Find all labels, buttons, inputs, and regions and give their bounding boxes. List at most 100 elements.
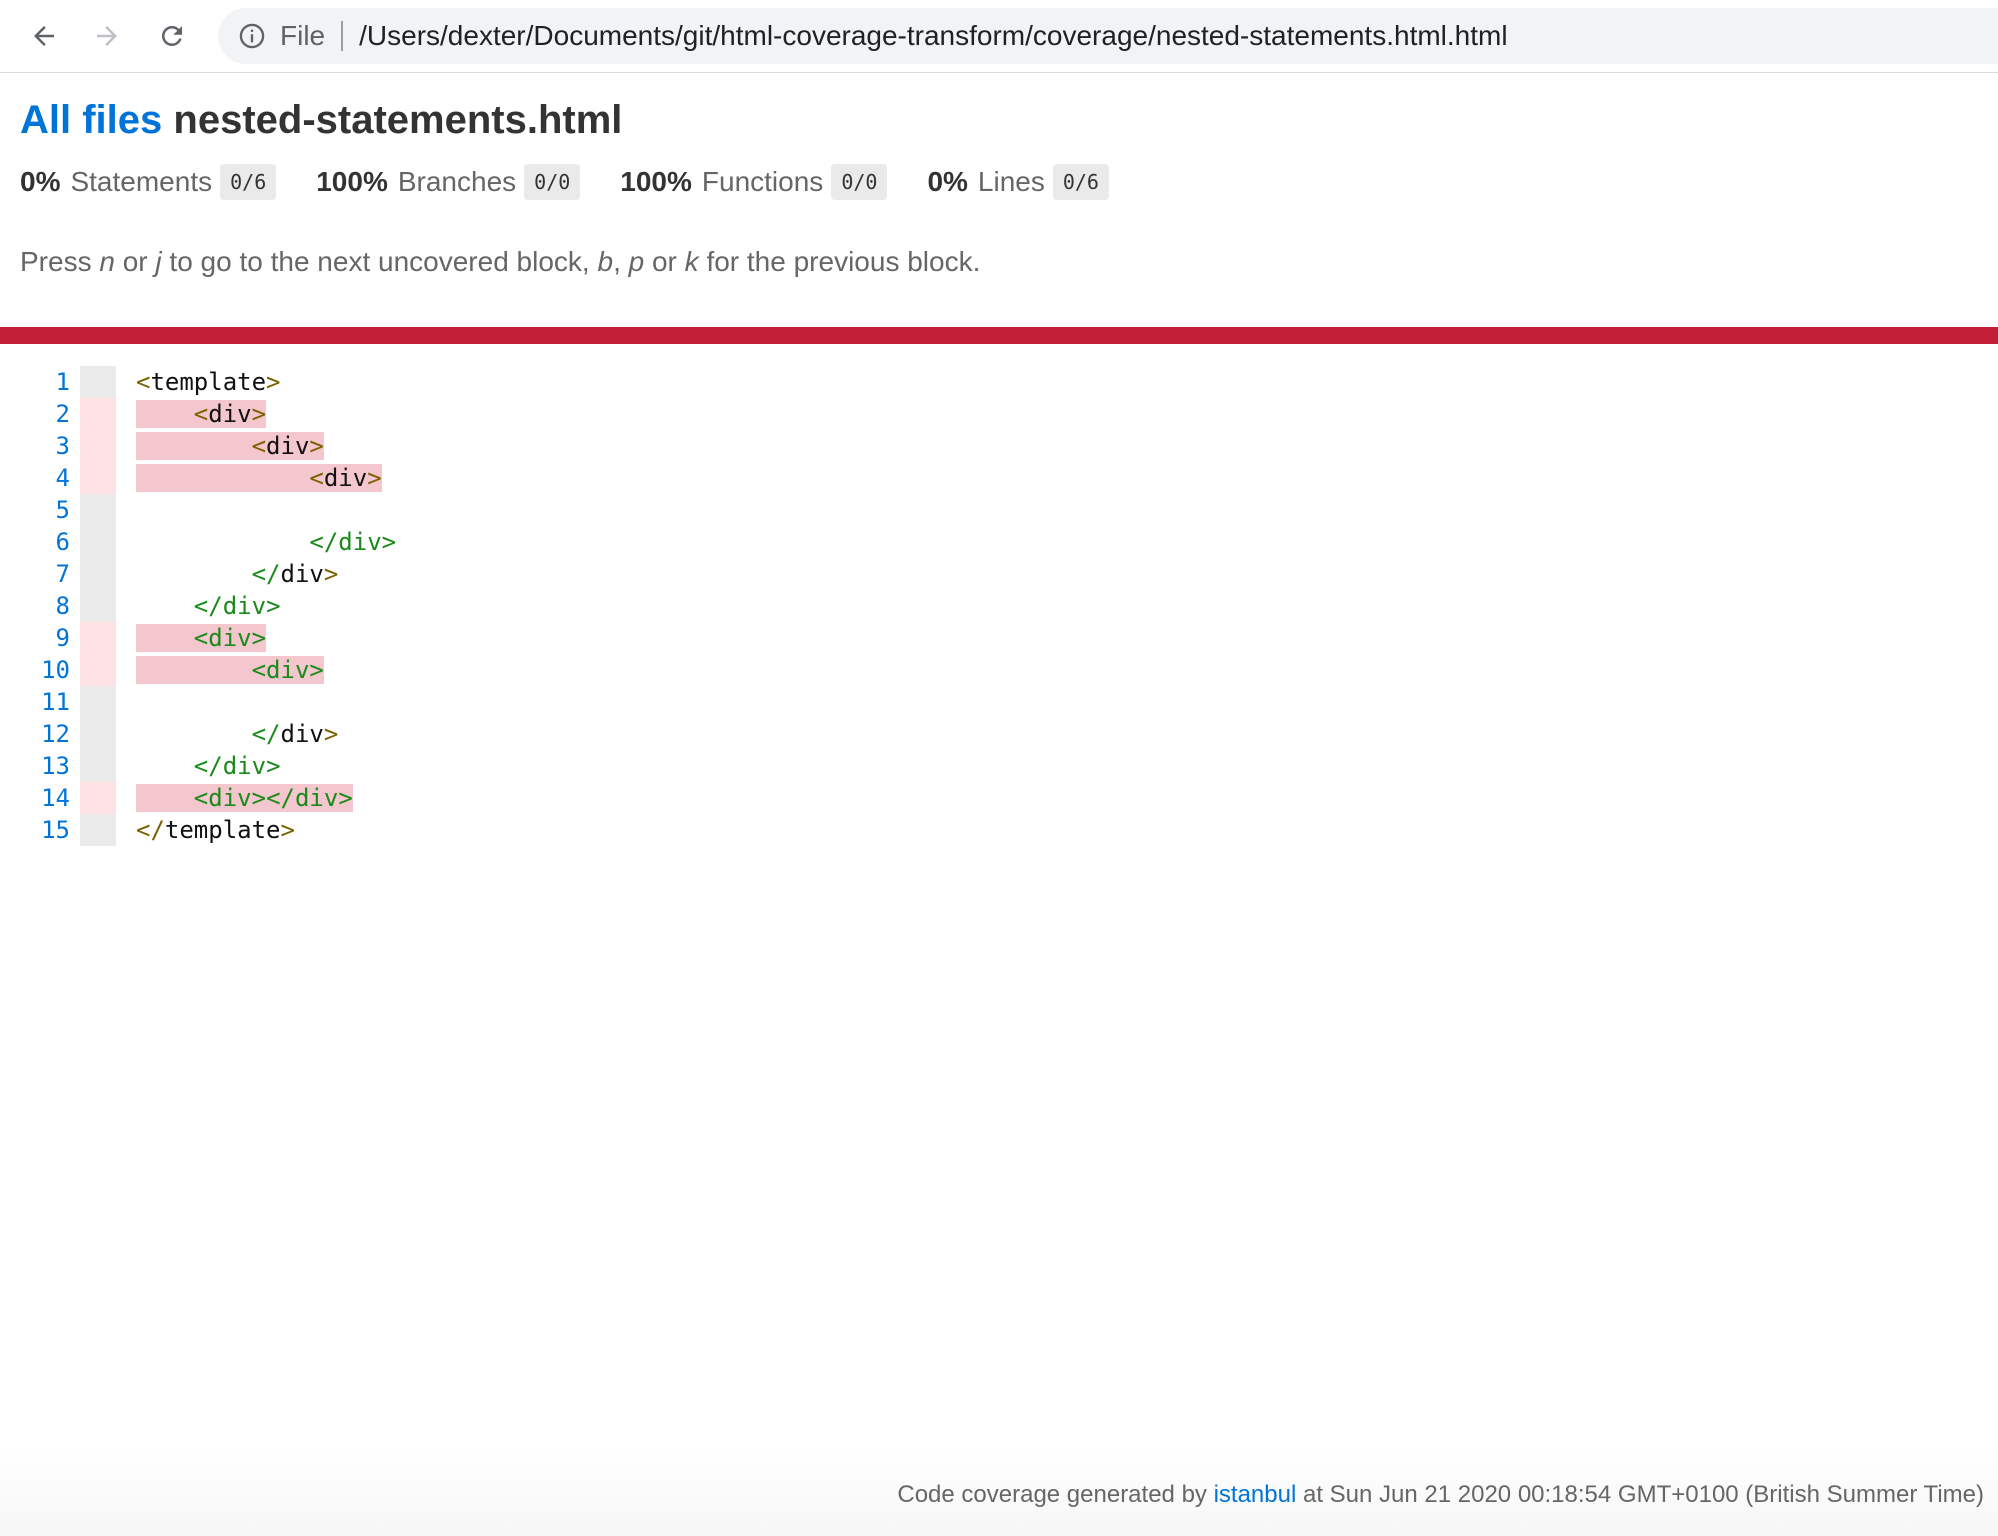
code-token: template: [150, 368, 267, 396]
source-code: <div>: [136, 654, 324, 686]
coverage-gutter: [80, 398, 116, 430]
page-title: All files nested-statements.html: [20, 98, 622, 143]
source-code: </template>: [136, 814, 295, 846]
code-line: 11: [0, 686, 1998, 718]
code-token: div: [208, 624, 252, 652]
browser-toolbar: File /Users/dexter/Documents/git/html-co…: [0, 0, 1998, 73]
line-number[interactable]: 14: [0, 782, 70, 814]
hint-text: for the previous block.: [698, 246, 981, 277]
source-segment: <template>: [136, 368, 281, 396]
source-segment: </div>: [136, 560, 339, 588]
code-token: <: [309, 464, 324, 492]
line-number[interactable]: 10: [0, 654, 70, 686]
line-number[interactable]: 4: [0, 462, 70, 494]
scheme-label: File: [280, 20, 326, 51]
code-token: >: [309, 432, 324, 460]
line-number[interactable]: 11: [0, 686, 70, 718]
reload-button[interactable]: [148, 12, 196, 60]
metric-pct: 0%: [20, 166, 61, 197]
code-token: <: [193, 400, 209, 428]
code-token: >: [266, 368, 281, 396]
arrow-right-icon: [97, 26, 117, 46]
coverage-gutter: [80, 718, 116, 750]
coverage-gutter: [80, 814, 116, 846]
coverage-gutter: [80, 750, 116, 782]
line-number[interactable]: 6: [0, 526, 70, 558]
code-token: >: [251, 624, 267, 652]
code-token: </: [251, 720, 281, 748]
source-segment: </div>: [136, 752, 281, 780]
forward-button[interactable]: [83, 12, 131, 60]
hint-text: ,: [613, 246, 629, 277]
code-token: <: [193, 784, 209, 812]
code-token: <: [251, 656, 267, 684]
code-token: >: [367, 464, 382, 492]
code-token: >: [266, 752, 281, 780]
address-bar[interactable]: File /Users/dexter/Documents/git/html-co…: [218, 8, 1998, 64]
line-number[interactable]: 7: [0, 558, 70, 590]
line-number[interactable]: 1: [0, 366, 70, 398]
metric-fraction: 0/0: [831, 164, 888, 200]
hint-key: n: [99, 246, 115, 277]
line-number[interactable]: 3: [0, 430, 70, 462]
code-token: >: [338, 784, 353, 812]
metric-functions: 100% Functions 0/0: [620, 164, 888, 200]
code-token: <: [193, 624, 209, 652]
coverage-gutter: [80, 430, 116, 462]
source-segment: <div>: [136, 624, 267, 652]
code-token: </: [136, 816, 165, 844]
code-token: div: [222, 752, 267, 780]
info-icon[interactable]: [238, 22, 266, 50]
address-separator: [341, 21, 344, 51]
coverage-gutter: [80, 782, 116, 814]
source-code: <template>: [136, 366, 281, 398]
source-code: </div>: [136, 590, 281, 622]
metric-pct: 100%: [620, 166, 692, 197]
code-line: 4 <div>: [0, 462, 1998, 494]
source-code: </div>: [136, 526, 396, 558]
line-number[interactable]: 13: [0, 750, 70, 782]
coverage-gutter: [80, 686, 116, 718]
all-files-link[interactable]: All files: [20, 98, 162, 142]
code-token: >: [266, 592, 281, 620]
file-name: nested-statements.html: [173, 98, 623, 142]
coverage-gutter: [80, 494, 116, 526]
line-number[interactable]: 15: [0, 814, 70, 846]
code-line: 2 <div>: [0, 398, 1998, 430]
code-token: <: [136, 368, 151, 396]
metric-fraction: 0/6: [220, 164, 277, 200]
line-number[interactable]: 8: [0, 590, 70, 622]
arrow-left-icon: [34, 26, 54, 46]
code-token: div: [266, 656, 310, 684]
url-text[interactable]: /Users/dexter/Documents/git/html-coverag…: [359, 20, 1507, 52]
line-number[interactable]: 2: [0, 398, 70, 430]
footer: Code coverage generated by istanbul at S…: [897, 1481, 1984, 1509]
reload-icon: [161, 25, 182, 46]
coverage-status-bar: [0, 327, 1998, 344]
code-line: 8 </div>: [0, 590, 1998, 622]
code-token: >: [309, 656, 324, 684]
code-token: div: [280, 720, 324, 748]
code-token: >: [251, 400, 267, 428]
line-number[interactable]: 5: [0, 494, 70, 526]
source-segment: <div></div>: [136, 784, 353, 812]
istanbul-link[interactable]: istanbul: [1214, 1481, 1297, 1508]
source-code: <div>: [136, 398, 267, 430]
line-number[interactable]: 9: [0, 622, 70, 654]
metric-pct: 100%: [316, 166, 388, 197]
back-button[interactable]: [20, 12, 68, 60]
metric-name: Branches: [397, 166, 517, 197]
code-line: 15 </template>: [0, 814, 1998, 846]
code-token: template: [164, 816, 281, 844]
code-line: 12 </div>: [0, 718, 1998, 750]
hint-text: or: [114, 246, 156, 277]
code-line: 7 </div>: [0, 558, 1998, 590]
line-number[interactable]: 12: [0, 718, 70, 750]
coverage-gutter: [80, 590, 116, 622]
metric-name: Functions: [701, 166, 824, 197]
coverage-gutter: [80, 654, 116, 686]
code-token: div: [208, 400, 252, 428]
metric-name: Statements: [70, 166, 213, 197]
source-code: <div>: [136, 622, 267, 654]
code-token: </: [193, 592, 223, 620]
